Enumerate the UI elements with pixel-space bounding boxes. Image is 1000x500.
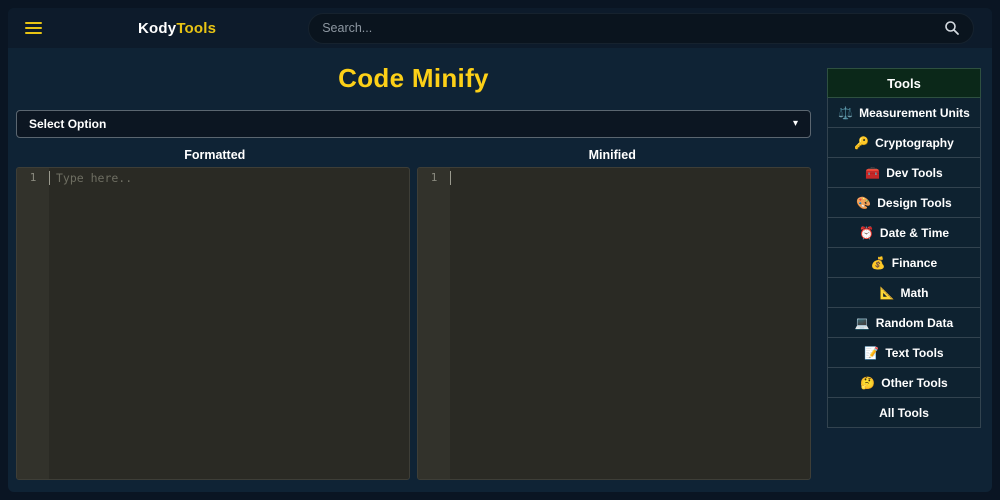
logo-part-2: Tools bbox=[176, 19, 217, 37]
app-page: KodyTools Code Minify Select Option ▾ F bbox=[8, 8, 992, 492]
content-area: Code Minify Select Option ▾ Formatted Mi… bbox=[8, 48, 992, 492]
alarm-clock-icon: ⏰ bbox=[858, 225, 874, 240]
chevron-down-icon: ▾ bbox=[792, 118, 798, 129]
laptop-icon: 💻 bbox=[854, 315, 870, 330]
page-title: Code Minify bbox=[338, 63, 489, 93]
minified-line-number: 1 bbox=[418, 168, 450, 479]
sidebar-item-dev-tools[interactable]: 🧰 Dev Tools bbox=[827, 158, 981, 188]
search-icon[interactable] bbox=[944, 20, 960, 36]
brand-logo[interactable]: KodyTools bbox=[138, 20, 216, 37]
sidebar-item-measurement-units[interactable]: ⚖️ Measurement Units bbox=[827, 98, 981, 128]
sidebar-item-label: Finance bbox=[891, 255, 938, 270]
navbar: KodyTools bbox=[8, 8, 992, 48]
search-input[interactable] bbox=[322, 21, 944, 35]
sidebar-item-other-tools[interactable]: 🤔 Other Tools bbox=[827, 368, 981, 398]
main-column: Code Minify Select Option ▾ Formatted Mi… bbox=[8, 48, 819, 492]
minified-header: Minified bbox=[588, 148, 636, 162]
triangle-ruler-icon: 📐 bbox=[879, 285, 895, 300]
memo-icon: 📝 bbox=[864, 345, 880, 360]
text-cursor bbox=[49, 171, 50, 185]
sidebar-item-finance[interactable]: 💰 Finance bbox=[827, 248, 981, 278]
select-value: Select Option bbox=[29, 117, 107, 131]
sidebar-item-label: Other Tools bbox=[881, 375, 948, 390]
editor-panels: 1 Type here.. 1 bbox=[16, 167, 811, 480]
sidebar-item-label: All Tools bbox=[879, 405, 929, 420]
sidebar-item-math[interactable]: 📐 Math bbox=[827, 278, 981, 308]
formatted-editor[interactable]: 1 Type here.. bbox=[16, 167, 410, 480]
measurement-units-icon: ⚖️ bbox=[838, 105, 854, 120]
sidebar-item-all-tools[interactable]: All Tools bbox=[827, 398, 981, 428]
text-cursor bbox=[450, 171, 451, 185]
key-icon: 🔑 bbox=[854, 135, 870, 150]
sidebar-item-label: Design Tools bbox=[877, 195, 952, 210]
minified-editor[interactable]: 1 bbox=[417, 167, 811, 480]
palette-icon: 🎨 bbox=[856, 195, 872, 210]
sidebar-item-text-tools[interactable]: 📝 Text Tools bbox=[827, 338, 981, 368]
sidebar-item-date-time[interactable]: ⏰ Date & Time bbox=[827, 218, 981, 248]
sidebar-item-label: Dev Tools bbox=[886, 165, 943, 180]
formatted-input[interactable]: Type here.. bbox=[49, 168, 409, 479]
sidebar-header: Tools bbox=[827, 68, 981, 98]
sidebar-item-label: Math bbox=[900, 285, 929, 300]
search-bar[interactable] bbox=[308, 12, 974, 44]
toolbox-icon: 🧰 bbox=[865, 165, 881, 180]
sidebar-item-label: Random Data bbox=[875, 315, 954, 330]
sidebar-item-label: Date & Time bbox=[879, 225, 950, 240]
language-select[interactable]: Select Option ▾ bbox=[16, 110, 811, 138]
formatted-line-number: 1 bbox=[17, 168, 49, 479]
sidebar-item-label: Text Tools bbox=[885, 345, 944, 360]
window-frame: KodyTools Code Minify Select Option ▾ F bbox=[0, 0, 1000, 500]
logo-part-1: Kody bbox=[138, 19, 177, 37]
formatted-header: Formatted bbox=[184, 148, 246, 162]
sidebar-item-label: Measurement Units bbox=[859, 105, 970, 120]
sidebar-item-cryptography[interactable]: 🔑 Cryptography bbox=[827, 128, 981, 158]
money-bag-icon: 💰 bbox=[870, 255, 886, 270]
thinking-face-icon: 🤔 bbox=[860, 375, 876, 390]
sidebar-item-design-tools[interactable]: 🎨 Design Tools bbox=[827, 188, 981, 218]
sidebar-item-label: Cryptography bbox=[875, 135, 954, 150]
hamburger-menu-icon[interactable] bbox=[25, 19, 42, 37]
sidebar-item-random-data[interactable]: 💻 Random Data bbox=[827, 308, 981, 338]
tools-sidebar: Tools ⚖️ Measurement Units 🔑 Cryptograph… bbox=[827, 68, 981, 492]
editor-headers: Formatted Minified bbox=[16, 148, 811, 162]
formatted-placeholder: Type here.. bbox=[56, 171, 133, 185]
minified-output[interactable] bbox=[450, 168, 810, 479]
